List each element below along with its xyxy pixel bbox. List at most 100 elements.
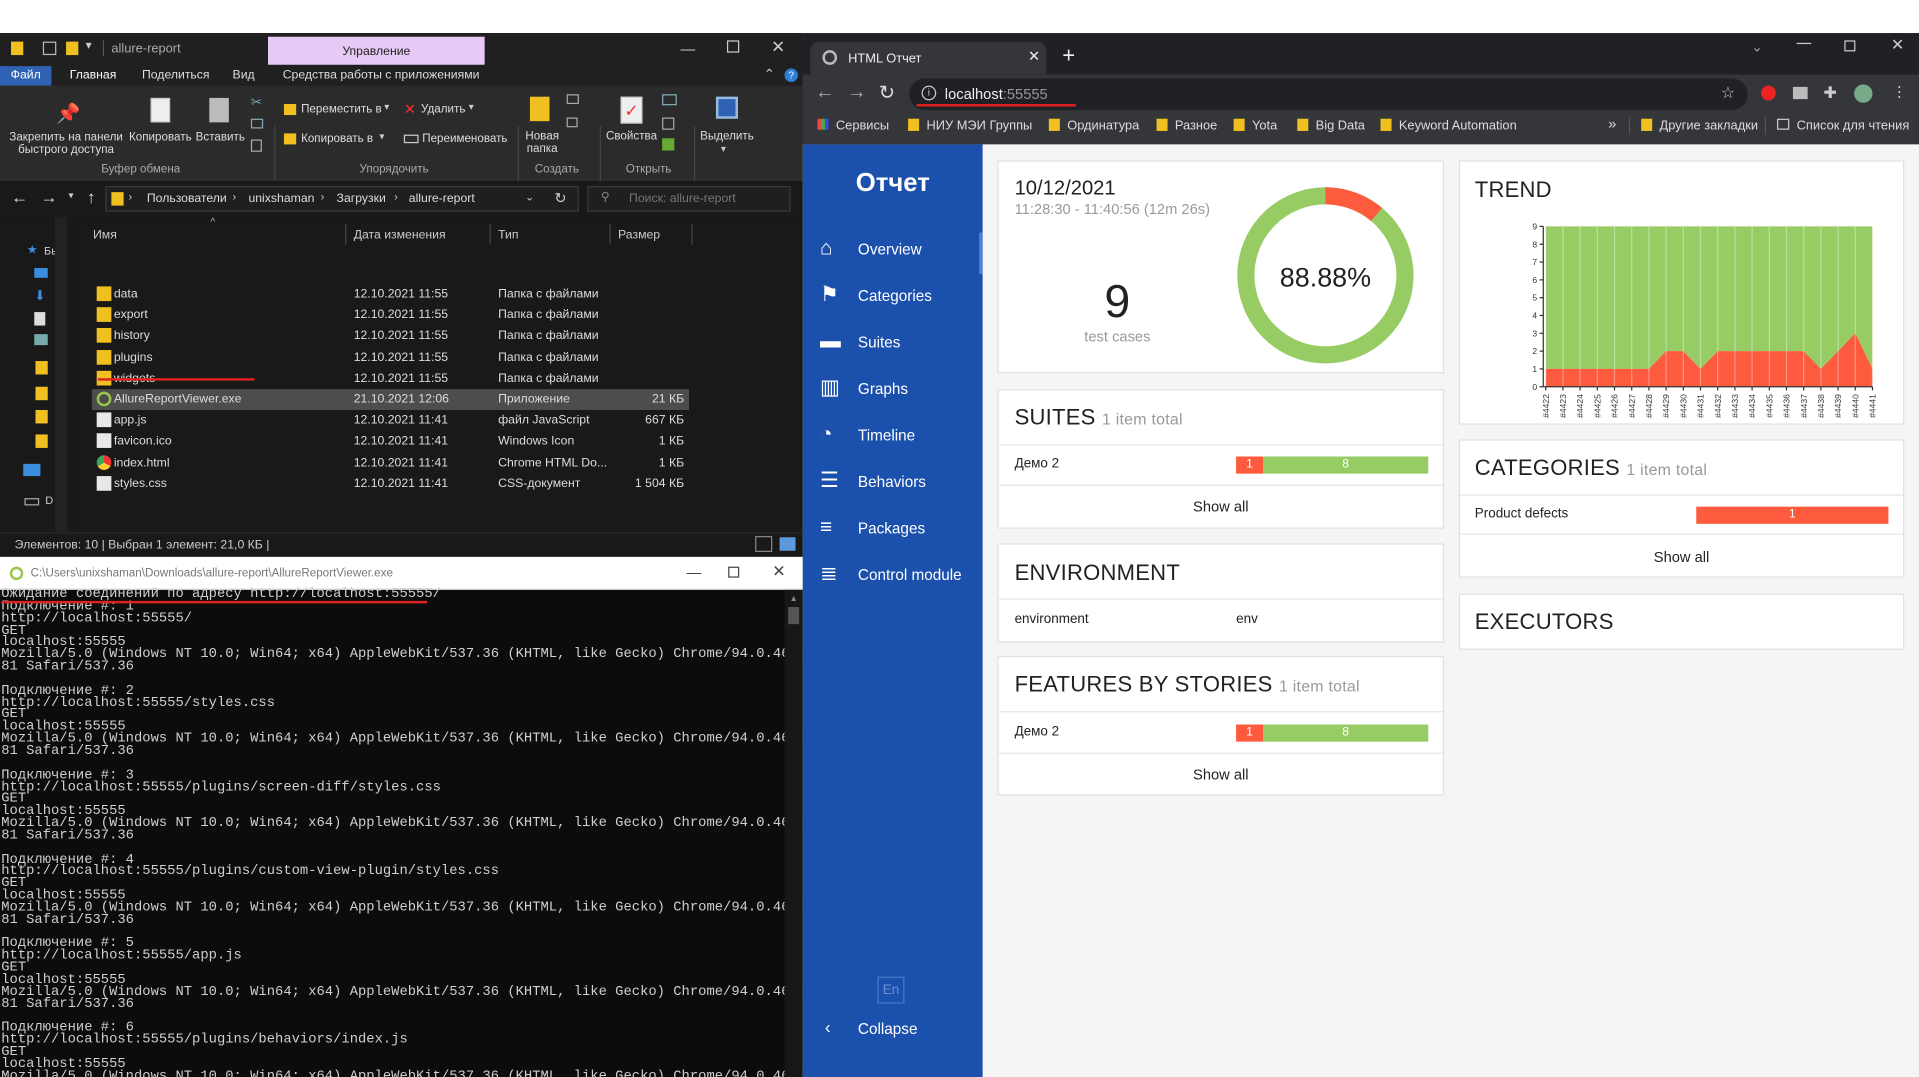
forward-arrow-icon[interactable]: →: [847, 82, 867, 104]
feature-failed-bar[interactable]: 1: [1236, 724, 1264, 742]
packages-icon[interactable]: ≡: [820, 516, 842, 538]
close-tab-icon[interactable]: ✕: [1028, 48, 1040, 65]
breadcrumb-current[interactable]: allure-report: [409, 192, 475, 205]
folder-icon[interactable]: [35, 386, 48, 401]
bookmark-yota[interactable]: Yota: [1233, 118, 1277, 133]
forward-arrow-icon[interactable]: →: [40, 187, 57, 207]
list-icon[interactable]: ☰: [820, 470, 842, 491]
nav-item-behaviors[interactable]: Behaviors: [858, 474, 926, 491]
minimize-icon[interactable]: —: [687, 564, 702, 581]
file-row[interactable]: favicon.ico 12.10.2021 11:41 Windows Icon 1…: [92, 431, 689, 452]
new-item-icon[interactable]: [566, 94, 579, 105]
column-header-date[interactable]: Дата изменения: [354, 229, 446, 242]
help-icon[interactable]: ?: [784, 68, 798, 82]
refresh-icon[interactable]: ↻: [554, 190, 566, 207]
info-icon[interactable]: i: [921, 85, 937, 101]
breadcrumb-user[interactable]: unixshaman: [248, 192, 314, 205]
desktop-icon[interactable]: [34, 268, 48, 278]
nav-item-packages[interactable]: Packages: [858, 520, 925, 537]
breadcrumb-downloads[interactable]: Загрузки: [337, 192, 386, 205]
chevron-down-icon[interactable]: ▾: [86, 39, 92, 52]
rename-button[interactable]: Переименовать: [422, 132, 507, 145]
properties-button[interactable]: Свойства: [605, 130, 659, 143]
paste-button[interactable]: Вставить: [195, 132, 246, 144]
tab-search-icon[interactable]: ⌄: [1751, 39, 1762, 55]
download-icon[interactable]: ⬇: [34, 288, 45, 304]
browser-tab[interactable]: HTML Отчет ✕: [810, 41, 1047, 75]
minimize-icon[interactable]: [1796, 42, 1812, 45]
pictures-icon[interactable]: [34, 334, 48, 346]
nav-item-categories[interactable]: Categories: [858, 288, 932, 305]
tab-view[interactable]: Вид: [233, 69, 255, 82]
file-row[interactable]: app.js 12.10.2021 11:41 файл JavaScript 667…: [92, 410, 689, 431]
back-arrow-icon[interactable]: ←: [815, 82, 835, 104]
feature-row-label[interactable]: Демо 2: [1015, 725, 1060, 740]
paste-shortcut-icon[interactable]: [250, 139, 262, 152]
close-icon[interactable]: ✕: [772, 562, 785, 582]
extension-icon[interactable]: [1761, 85, 1776, 101]
open-icon[interactable]: [662, 94, 677, 106]
nav-item-timeline[interactable]: Timeline: [858, 427, 915, 444]
file-row[interactable]: AllureReportViewer.exe 21.10.2021 12:06 Пр…: [91, 389, 690, 410]
close-icon[interactable]: ✕: [1891, 35, 1904, 55]
file-row[interactable]: plugins 12.10.2021 11:55 Папка с файлами: [92, 347, 689, 368]
menu-icon[interactable]: ⋮: [1892, 83, 1907, 100]
back-arrow-icon[interactable]: ←: [11, 187, 28, 207]
copy-to-button[interactable]: Копировать в: [301, 132, 373, 145]
copy-path-icon[interactable]: [250, 118, 264, 129]
features-show-all-link[interactable]: Show all: [999, 766, 1443, 783]
move-to-button[interactable]: Переместить в: [301, 103, 382, 116]
nav-label[interactable]: D: [45, 494, 53, 506]
breadcrumb-users[interactable]: Пользователи: [147, 192, 227, 205]
bar-chart-icon[interactable]: ▥: [820, 377, 842, 398]
chevron-down-icon[interactable]: ▾: [69, 190, 74, 201]
briefcase-icon[interactable]: ▬: [820, 330, 842, 352]
file-row[interactable]: index.html 12.10.2021 11:41 Chrome HTML Do…: [92, 452, 689, 473]
up-arrow-icon[interactable]: ↑: [87, 187, 96, 207]
nav-item-graphs[interactable]: Graphs: [858, 381, 908, 398]
reading-list[interactable]: Список для чтения: [1777, 118, 1909, 133]
suite-failed-bar[interactable]: 1: [1236, 456, 1264, 474]
cut-icon[interactable]: ✂: [251, 94, 262, 110]
tab-share[interactable]: Поделиться: [142, 69, 210, 82]
bookmark-star-icon[interactable]: ☆: [1721, 83, 1735, 103]
tab-home[interactable]: Главная: [70, 69, 117, 82]
address-bar[interactable]: › Пользователи › unixshaman › Загрузки ›…: [105, 186, 579, 212]
clock-icon[interactable]: ◔: [820, 423, 842, 445]
edit-icon[interactable]: [662, 117, 675, 130]
scroll-thumb[interactable]: [788, 607, 800, 625]
pin-quick-access-button[interactable]: Закрепить на панели быстрого доступа: [5, 132, 127, 156]
bookmark-mei[interactable]: НИУ МЭИ Группы: [908, 118, 1032, 133]
copy-button[interactable]: Копировать: [125, 132, 196, 144]
folder-icon[interactable]: [35, 409, 48, 424]
column-header-type[interactable]: Тип: [498, 229, 518, 242]
chevron-up-icon[interactable]: ▲: [789, 595, 797, 604]
column-header-name[interactable]: Имя: [93, 229, 117, 242]
file-row[interactable]: styles.css 12.10.2021 11:41 CSS-документ 1 …: [92, 473, 689, 494]
easy-access-icon[interactable]: [566, 117, 578, 128]
tab-app-tools[interactable]: Средства работы с приложениями: [283, 69, 480, 82]
bookmark-misc[interactable]: Разное: [1156, 118, 1217, 133]
file-row[interactable]: export 12.10.2021 11:55 Папка с файлами: [92, 305, 689, 326]
home-icon[interactable]: ⌂: [820, 237, 842, 259]
puzzle-icon[interactable]: ✚: [1824, 83, 1837, 103]
details-view-icon[interactable]: [755, 536, 773, 552]
file-row[interactable]: data 12.10.2021 11:55 Папка с файлами: [92, 284, 689, 305]
folder-icon[interactable]: [35, 361, 48, 375]
select-button[interactable]: Выделить: [695, 130, 759, 143]
file-row[interactable]: history 12.10.2021 11:55 Папка с файлами: [92, 326, 689, 347]
brand-title[interactable]: Отчет: [803, 169, 983, 198]
nav-item-overview[interactable]: Overview: [858, 241, 922, 258]
control-icon[interactable]: ≣: [820, 563, 842, 584]
bookmark-keyword[interactable]: Keyword Automation: [1380, 118, 1517, 133]
delete-button[interactable]: Удалить: [421, 103, 465, 116]
history-icon[interactable]: [662, 138, 675, 151]
maximize-icon[interactable]: [1844, 40, 1856, 52]
suites-show-all-link[interactable]: Show all: [999, 498, 1443, 515]
large-icons-view-icon[interactable]: [779, 537, 796, 551]
language-button[interactable]: En: [877, 976, 905, 1004]
reload-icon[interactable]: ↻: [879, 81, 895, 105]
column-header-size[interactable]: Размер: [618, 229, 660, 242]
chevron-up-icon[interactable]: ⌃: [764, 66, 775, 82]
category-defects-bar[interactable]: 1: [1696, 506, 1889, 524]
